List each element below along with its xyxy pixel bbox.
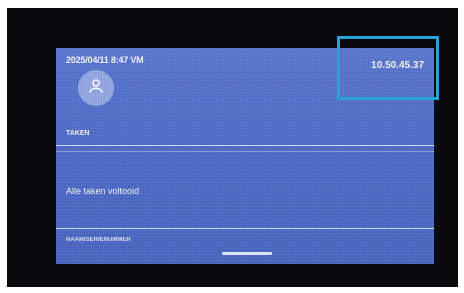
footer-text: NAAM/SERIENUMMER [66, 237, 131, 243]
status-datetime: 2025/04/11 8:47 VM [66, 55, 144, 65]
person-icon [87, 77, 105, 99]
highlight-box [337, 36, 439, 100]
device-bezel: 2025/04/11 8:47 VM 10.50.45.37 TAKEN All… [7, 8, 458, 287]
divider [56, 151, 434, 152]
divider [56, 228, 434, 229]
divider [56, 145, 434, 146]
tasks-status-message: Alle taken voltooid [66, 186, 140, 196]
section-label: TAKEN [66, 130, 90, 137]
home-indicator[interactable] [222, 252, 272, 255]
user-avatar-button[interactable] [78, 70, 114, 106]
